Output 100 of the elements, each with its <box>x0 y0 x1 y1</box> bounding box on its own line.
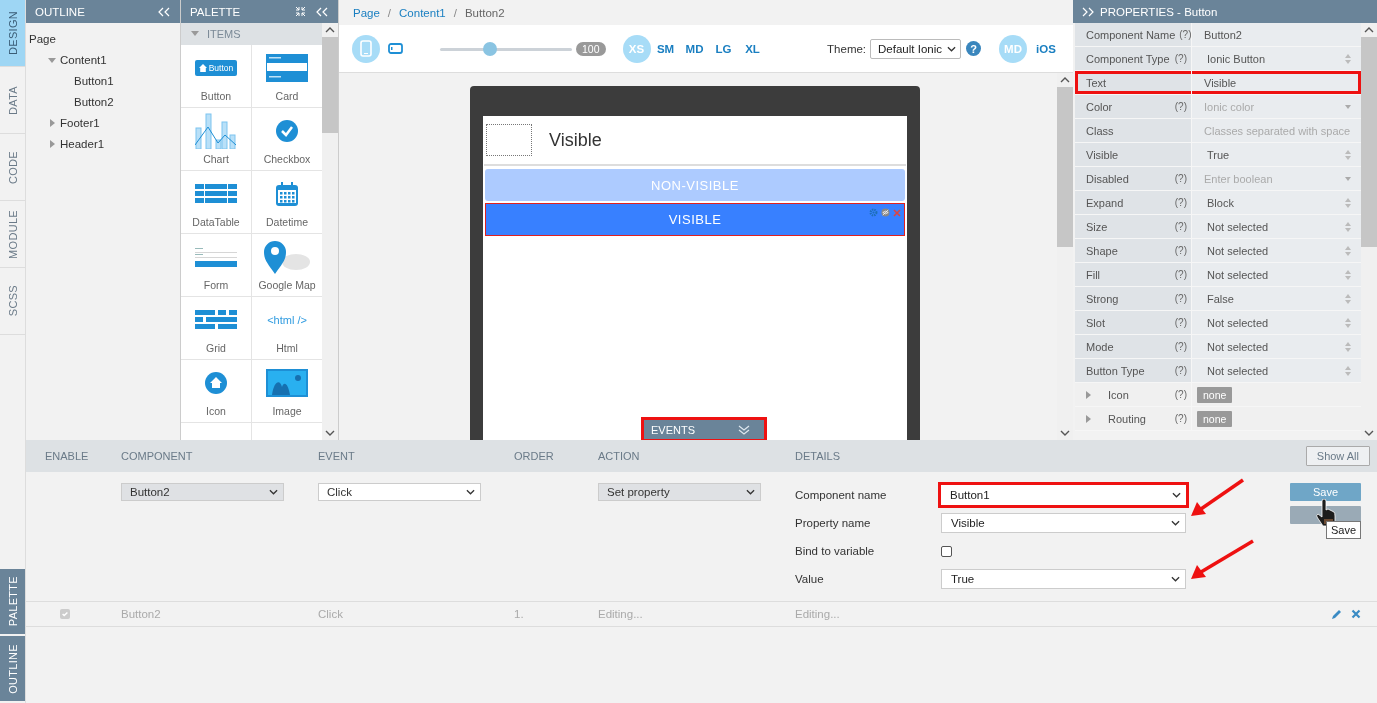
palette-item[interactable]: Datetime <box>252 171 322 233</box>
collapse-icon[interactable] <box>158 6 170 17</box>
property-select[interactable]: Visible <box>941 513 1186 533</box>
edit-icon[interactable] <box>1331 608 1342 620</box>
tree-item[interactable]: Button2 <box>74 95 114 108</box>
none-button[interactable]: none <box>1197 410 1233 427</box>
hidden-eye-icon[interactable] <box>881 208 890 217</box>
palette-item[interactable]: Checkbox <box>252 108 322 170</box>
palette-item[interactable]: Form <box>181 234 251 296</box>
caret-right-icon[interactable] <box>1086 390 1092 399</box>
help-link[interactable]: (?) <box>1174 245 1187 256</box>
app-button[interactable]: VISIBLE <box>485 203 905 236</box>
property-select[interactable]: Button1 <box>938 482 1189 508</box>
dock-tab[interactable]: OUTLINE <box>0 636 25 703</box>
breakpoint-button[interactable]: LG <box>709 34 738 63</box>
help-link[interactable]: (?) <box>1174 53 1187 64</box>
property-value-field[interactable]: Visible <box>1204 76 1351 89</box>
scroll-down-icon[interactable] <box>1364 430 1374 436</box>
gear-icon[interactable] <box>869 208 878 217</box>
phone-button[interactable] <box>352 34 380 63</box>
palette-item[interactable]: DataTable <box>181 171 251 233</box>
delete-icon[interactable] <box>1351 609 1361 619</box>
help-button[interactable]: ? <box>966 41 981 56</box>
breadcrumb-link[interactable]: Button2 <box>464 6 505 19</box>
field-label: Component name <box>795 489 888 501</box>
side-tab[interactable]: DESIGN <box>0 0 25 67</box>
breadcrumb-link[interactable]: Page <box>353 6 380 19</box>
help-link[interactable]: (?) <box>1174 413 1187 424</box>
scroll-thumb[interactable] <box>1057 87 1073 247</box>
expand-icon[interactable] <box>1082 6 1094 17</box>
annotation-arrow <box>1189 539 1255 581</box>
help-link[interactable]: (?) <box>1174 341 1187 352</box>
palette-item[interactable]: Card <box>252 45 322 107</box>
checkbox[interactable] <box>941 545 952 557</box>
palette-item[interactable]: <html /> Html <box>252 297 322 359</box>
none-button[interactable]: none <box>1197 386 1233 403</box>
tree-item[interactable]: Footer1 <box>60 116 100 129</box>
palette-item[interactable]: Button Button <box>181 45 251 107</box>
property-label: Icon <box>1107 388 1130 401</box>
breadcrumb-link[interactable]: Content1 <box>399 6 446 19</box>
tree-item[interactable]: Header1 <box>60 137 105 150</box>
palette-item[interactable]: Chart <box>181 108 251 170</box>
scroll-up-icon[interactable] <box>1060 77 1070 83</box>
scroll-thumb[interactable] <box>1361 37 1377 247</box>
dock-tab[interactable]: PALETTE <box>0 569 25 636</box>
palette-item[interactable]: Icon <box>181 360 251 422</box>
show-all-button[interactable]: Show All <box>1305 446 1370 466</box>
breakpoint-button[interactable]: SM <box>651 34 680 63</box>
help-link[interactable]: (?) <box>1174 197 1187 208</box>
help-link[interactable]: (?) <box>1174 365 1187 376</box>
section-header[interactable]: ITEMS <box>181 23 322 45</box>
property-select[interactable]: True <box>941 569 1186 589</box>
component-select[interactable]: Button2 <box>121 483 284 501</box>
card-icon <box>266 54 308 82</box>
side-tab[interactable]: DATA <box>0 67 25 134</box>
caret-down-icon[interactable] <box>48 55 56 64</box>
caret-right-icon[interactable] <box>48 139 56 148</box>
help-link[interactable]: (?) <box>1179 29 1192 40</box>
help-link[interactable]: (?) <box>1174 221 1187 232</box>
collapse-icon[interactable] <box>316 6 328 17</box>
events-tab[interactable]: EVENTS <box>641 417 767 440</box>
zoom-slider[interactable] <box>440 41 572 56</box>
help-link[interactable]: (?) <box>1174 293 1187 304</box>
palette-item[interactable]: Image <box>252 360 322 422</box>
scroll-up-icon[interactable] <box>325 27 335 33</box>
scroll-up-icon[interactable] <box>1364 27 1374 33</box>
breakpoint-button[interactable]: MD <box>680 34 709 63</box>
spinner-arrows-icon <box>1345 149 1351 160</box>
spinner-arrows-icon <box>1345 365 1351 376</box>
help-link[interactable]: (?) <box>1174 389 1187 400</box>
caret-right-icon[interactable] <box>48 118 56 127</box>
close-icon[interactable] <box>893 208 901 217</box>
shrink-icon[interactable] <box>295 6 306 17</box>
palette-item[interactable]: Google Map <box>252 234 322 296</box>
section-title: ITEMS <box>207 28 241 40</box>
side-tab[interactable]: CODE <box>0 134 25 201</box>
caret-right-icon[interactable] <box>1086 414 1092 423</box>
scroll-down-icon[interactable] <box>325 430 335 436</box>
checkbox[interactable] <box>60 609 70 619</box>
help-link[interactable]: (?) <box>1174 317 1187 328</box>
side-tab[interactable]: SCSS <box>0 268 25 335</box>
scroll-down-icon[interactable] <box>1060 430 1070 436</box>
side-tab[interactable]: MODULE <box>0 201 25 268</box>
slider-thumb[interactable] <box>483 41 498 56</box>
image-icon <box>266 369 308 397</box>
breadcrumb-separator: / <box>453 6 457 19</box>
breakpoint-button[interactable]: XL <box>738 34 767 63</box>
mode-button[interactable]: iOS <box>1032 34 1060 63</box>
theme-select[interactable]: Default Ionic <box>870 38 961 59</box>
help-link[interactable]: (?) <box>1174 269 1187 280</box>
tree-item[interactable]: Content1 <box>60 53 107 66</box>
event-select[interactable]: Click <box>318 483 481 501</box>
caret-down-icon <box>269 489 278 495</box>
action-select[interactable]: Set property <box>598 483 761 501</box>
help-link[interactable]: (?) <box>1174 173 1187 184</box>
scroll-thumb[interactable] <box>322 37 338 133</box>
help-link[interactable]: (?) <box>1174 101 1187 112</box>
tree-item[interactable]: Page <box>29 32 56 45</box>
palette-item[interactable]: Grid <box>181 297 251 359</box>
tree-item[interactable]: Button1 <box>74 74 114 87</box>
